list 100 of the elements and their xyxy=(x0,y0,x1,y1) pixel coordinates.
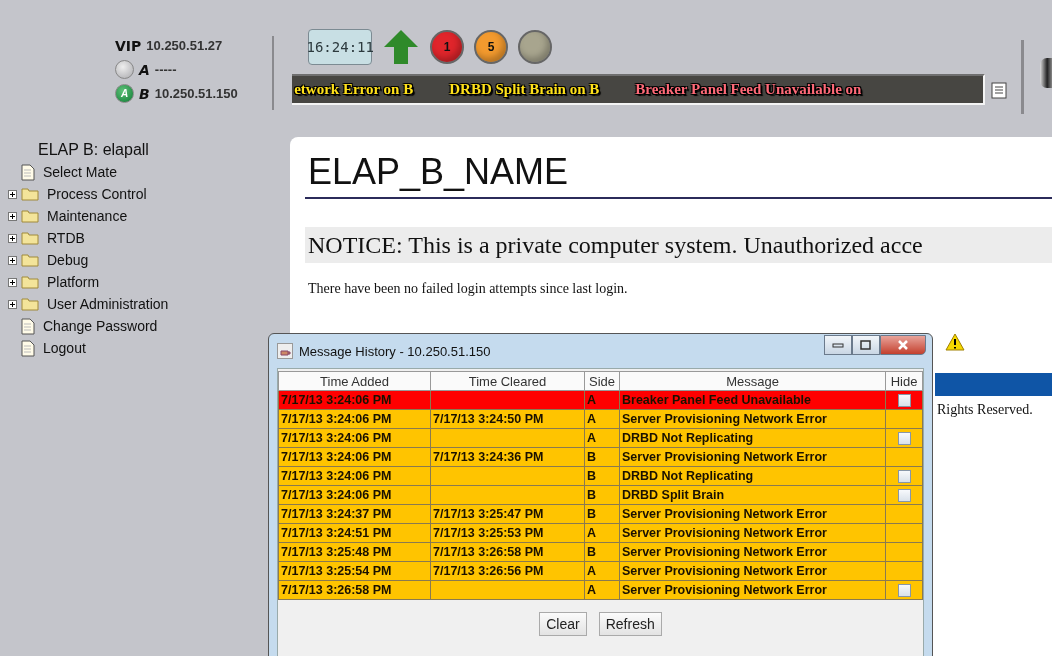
expand-toggle[interactable] xyxy=(8,299,17,309)
table-cell: 7/17/13 3:24:51 PM xyxy=(278,523,431,543)
table-cell: 7/17/13 3:25:48 PM xyxy=(278,542,431,562)
table-cell: A xyxy=(584,390,620,410)
folder-icon xyxy=(21,253,39,267)
document-icon xyxy=(21,163,35,181)
table-cell: 7/17/13 3:25:54 PM xyxy=(278,561,431,581)
table-cell: 7/17/13 3:24:06 PM xyxy=(278,485,431,505)
table-cell: 7/17/13 3:26:58 PM xyxy=(278,580,431,600)
dialog-button[interactable]: Refresh xyxy=(598,612,662,636)
table-cell: Server Provisioning Network Error xyxy=(619,542,886,562)
tree-item[interactable]: Platform xyxy=(47,274,100,290)
table-cell: 7/17/13 3:24:50 PM xyxy=(430,409,585,429)
minimize-button[interactable] xyxy=(824,335,852,355)
hide-checkbox[interactable] xyxy=(897,488,911,502)
table-cell: Server Provisioning Network Error xyxy=(619,523,886,543)
close-button[interactable] xyxy=(880,335,926,355)
folder-icon xyxy=(21,275,39,289)
dialog-button[interactable]: Clear xyxy=(539,612,587,636)
up-arrow-icon xyxy=(382,29,421,65)
folder-icon xyxy=(21,209,39,223)
tree-item[interactable]: Select Mate xyxy=(43,164,117,180)
table-cell: 7/17/13 3:25:53 PM xyxy=(430,523,585,543)
table-cell: Server Provisioning Network Error xyxy=(619,561,886,581)
sidebar-title: ELAP B: elapall xyxy=(37,141,150,160)
table-cell: 7/17/13 3:26:56 PM xyxy=(430,561,585,581)
knob-icon[interactable] xyxy=(1039,58,1052,88)
table-cell: B xyxy=(584,504,620,524)
table-cell: 7/17/13 3:24:06 PM xyxy=(278,428,431,448)
ticker-message: DRBD Split Brain on B xyxy=(449,81,600,98)
table-cell: 7/17/13 3:24:06 PM xyxy=(278,447,431,467)
table-cell: 7/17/13 3:24:06 PM xyxy=(278,390,431,410)
table-cell: DRBD Not Replicating xyxy=(619,466,886,486)
maximize-icon xyxy=(860,340,872,350)
table-cell: A xyxy=(584,561,620,581)
minimize-icon xyxy=(832,342,844,348)
table-cell: 7/17/13 3:24:06 PM xyxy=(278,409,431,429)
alarm-counter[interactable]: 1 xyxy=(430,30,465,64)
alarm-counter[interactable] xyxy=(518,30,553,64)
ticker-message: etwork Error on B xyxy=(294,81,414,98)
login-info: There have been no failed login attempts since last login. xyxy=(307,281,629,297)
notice-text: NOTICE: This is a private computer system. Unauthorized acce xyxy=(305,227,1052,263)
hide-checkbox[interactable] xyxy=(897,431,911,445)
tree-item[interactable]: RTDB xyxy=(47,230,85,246)
vip-label: VIP xyxy=(115,37,142,54)
ticker-message: Breaker Panel Feed Unavailable on xyxy=(635,81,862,98)
hide-checkbox[interactable] xyxy=(897,469,911,483)
tree-item[interactable]: Debug xyxy=(47,252,89,268)
column-header[interactable]: Time Added xyxy=(278,371,431,391)
table-cell: A xyxy=(584,409,620,429)
column-header[interactable]: Hide xyxy=(885,371,923,391)
table-cell: DRBD Split Brain xyxy=(619,485,886,505)
table-cell: Server Provisioning Network Error xyxy=(619,447,886,467)
table-cell: B xyxy=(584,466,620,486)
expand-toggle[interactable] xyxy=(8,233,17,243)
warning-icon xyxy=(945,333,965,351)
table-cell: B xyxy=(584,485,620,505)
column-header[interactable]: Message xyxy=(619,371,886,391)
tree-item[interactable]: Maintenance xyxy=(47,208,128,224)
vip-address: 10.250.51.27 xyxy=(146,38,223,53)
column-header[interactable]: Side xyxy=(584,371,620,391)
column-header[interactable]: Time Cleared xyxy=(430,371,585,391)
table-cell: Server Provisioning Network Error xyxy=(619,409,886,429)
maximize-button[interactable] xyxy=(852,335,880,355)
page-title: ELAP_B_NAME xyxy=(305,151,1052,199)
folder-icon xyxy=(21,297,39,311)
document-icon xyxy=(21,317,35,335)
table-cell: A xyxy=(584,428,620,448)
tree-item[interactable]: Change Password xyxy=(43,318,158,334)
expand-toggle[interactable] xyxy=(8,189,17,199)
notepad-icon[interactable] xyxy=(991,80,1008,99)
table-cell: 7/17/13 3:26:58 PM xyxy=(430,542,585,562)
folder-icon xyxy=(21,187,39,201)
table-cell: Server Provisioning Network Error xyxy=(619,580,886,600)
expand-toggle[interactable] xyxy=(8,277,17,287)
tree-item[interactable]: Process Control xyxy=(47,186,147,202)
expand-toggle[interactable] xyxy=(8,211,17,221)
hide-checkbox[interactable] xyxy=(897,583,911,597)
table-cell: 7/17/13 3:24:06 PM xyxy=(278,466,431,486)
server-status-led: A xyxy=(115,84,134,103)
table-cell: DRBD Not Replicating xyxy=(619,428,886,448)
server-label: B xyxy=(139,85,150,102)
table-cell: B xyxy=(584,447,620,467)
hide-checkbox[interactable] xyxy=(897,393,911,407)
tree-item[interactable]: Logout xyxy=(43,340,86,356)
table-cell: 7/17/13 3:24:37 PM xyxy=(278,504,431,524)
document-icon xyxy=(21,339,35,357)
table-cell: B xyxy=(584,542,620,562)
tree-item[interactable]: User Administration xyxy=(47,296,169,312)
table-cell: Server Provisioning Network Error xyxy=(619,504,886,524)
server-address: ----- xyxy=(154,62,177,77)
expand-toggle[interactable] xyxy=(8,255,17,265)
folder-icon xyxy=(21,231,39,245)
table-cell: 7/17/13 3:24:36 PM xyxy=(430,447,585,467)
table-cell: 7/17/13 3:25:47 PM xyxy=(430,504,585,524)
table-cell: A xyxy=(584,580,620,600)
alarm-counter[interactable]: 5 xyxy=(474,30,509,64)
table-cell: Breaker Panel Feed Unavailable xyxy=(619,390,886,410)
server-address: 10.250.51.150 xyxy=(154,86,238,101)
close-icon xyxy=(897,340,909,350)
